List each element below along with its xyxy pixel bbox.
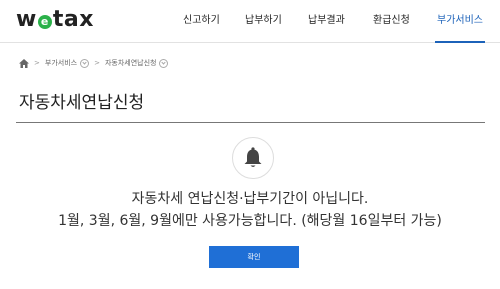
logo-e-circle: e [37,14,52,29]
bell-icon [244,147,262,167]
nav-pay-result[interactable]: 납부결과 [308,0,345,42]
breadcrumb-level2[interactable]: 자동차세연납신청 [105,58,157,68]
logo-text-tax: tax [52,7,94,32]
nav-report[interactable]: 신고하기 [183,0,220,42]
nav-extra-services[interactable]: 부가서비스 [435,0,485,43]
breadcrumb: > 부가서비스 > 자동차세연납신청 [19,57,169,69]
nav-pay[interactable]: 납부하기 [245,0,282,42]
logo-text-w: w [16,7,37,32]
breadcrumb-level1[interactable]: 부가서비스 [45,58,77,68]
home-icon[interactable] [19,58,29,68]
wetax-logo[interactable]: w e tax [16,7,94,32]
notice-icon-circle [232,137,274,179]
breadcrumb-separator: > [34,59,40,67]
notice-message-line2: 1월, 3월, 6월, 9월에만 사용가능합니다. (해당월 16일부터 가능) [58,213,442,229]
chevron-down-icon[interactable] [159,58,169,68]
confirm-button[interactable]: 확인 [209,246,299,268]
title-divider [16,122,485,123]
notice-message-line1: 자동차세 연납신청·납부기간이 아닙니다. [131,191,369,207]
top-header: w e tax 신고하기 납부하기 납부결과 환급신청 부가서비스 [0,0,500,43]
nav-refund[interactable]: 환급신청 [373,0,410,42]
chevron-down-icon[interactable] [80,58,90,68]
breadcrumb-separator: > [94,59,100,67]
page-title: 자동차세연납신청 [19,93,145,113]
